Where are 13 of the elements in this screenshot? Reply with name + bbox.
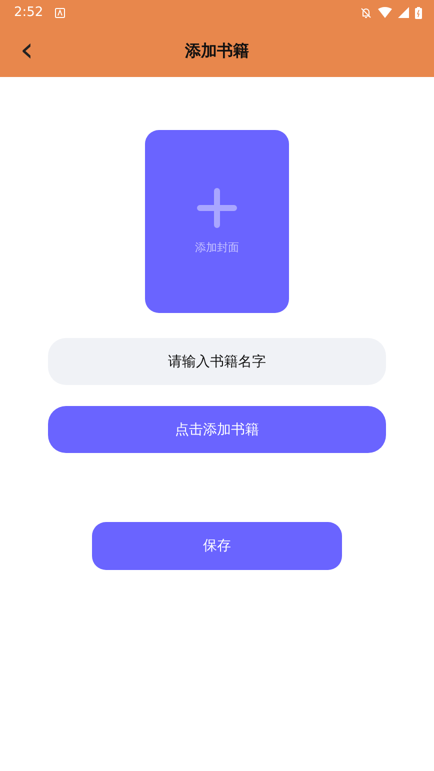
add-cover-button[interactable]: 添加封面	[145, 130, 289, 313]
back-button[interactable]: ‹	[14, 33, 40, 67]
wifi-icon	[378, 7, 392, 18]
notification-icon	[55, 8, 66, 18]
muted-bell-icon	[360, 6, 372, 18]
page-title: 添加书籍	[185, 40, 249, 62]
save-button[interactable]: 保存	[92, 522, 342, 570]
battery-icon	[415, 6, 422, 18]
status-time: 2:52	[14, 5, 44, 20]
add-book-button[interactable]: 点击添加书籍	[48, 406, 386, 453]
plus-icon	[197, 188, 237, 228]
signal-icon	[398, 7, 409, 18]
book-name-field[interactable]: 请输入书籍名字	[48, 338, 386, 385]
